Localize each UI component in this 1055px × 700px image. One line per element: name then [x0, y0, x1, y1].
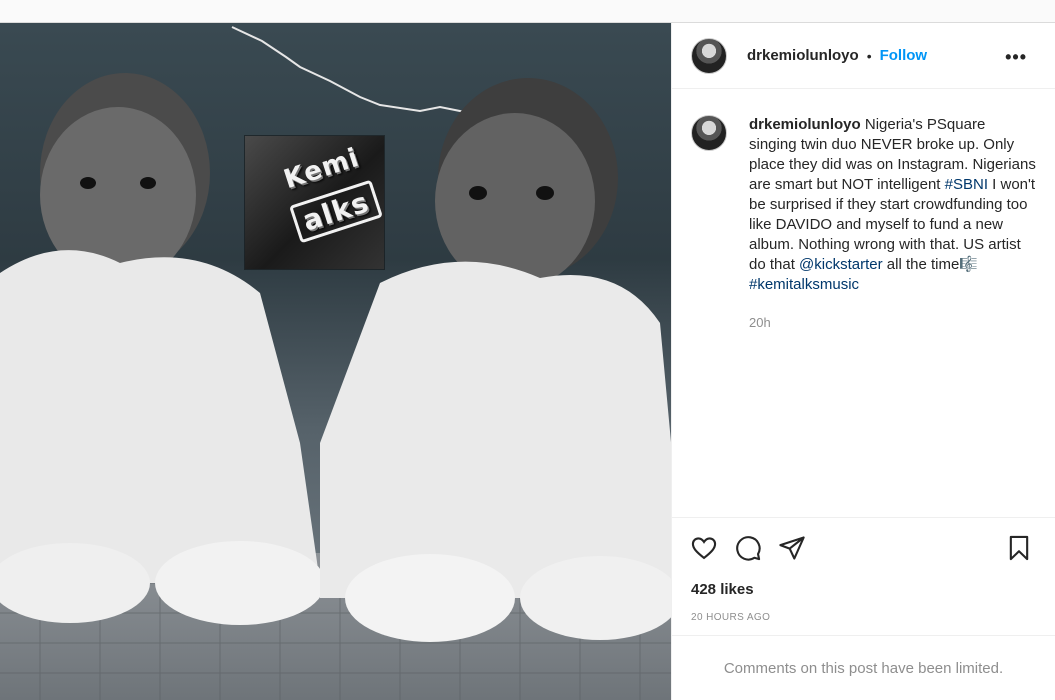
share-icon[interactable] [778, 534, 806, 562]
kemi-talks-watermark: Kemi alks [245, 136, 384, 269]
comments-limited-notice: Comments on this post have been limited. [672, 635, 1055, 700]
action-bar [672, 517, 1055, 577]
post-age[interactable]: 20 HOURS AGO [672, 598, 1055, 635]
heart-icon[interactable] [690, 534, 718, 562]
header-separator: • [866, 47, 872, 64]
post-side-panel: drkemiolunloyo • Follow ••• drkemiolunlo… [672, 23, 1055, 700]
hashtag-link[interactable]: #kemitalksmusic [749, 276, 859, 293]
post-photo[interactable]: Kemi alks [0, 23, 672, 700]
photo-illustration [0, 26, 671, 700]
caption-username[interactable]: drkemiolunloyo [749, 116, 861, 133]
comment-icon[interactable] [734, 534, 762, 562]
header-username[interactable]: drkemiolunloyo [747, 47, 859, 64]
post-header: drkemiolunloyo • Follow ••• [672, 23, 1055, 89]
caption-text-part: all the time🎼 [882, 256, 979, 273]
bookmark-icon[interactable] [1005, 534, 1033, 562]
mention-link[interactable]: @kickstarter [799, 256, 883, 273]
caption-text: drkemiolunloyo Nigeria's PSquare singing… [749, 115, 1036, 517]
more-icon[interactable]: ••• [1005, 47, 1027, 68]
post-container: Kemi alks drkemiolunloyo • Follow ••• dr… [0, 22, 1055, 700]
caption-timestamp[interactable]: 20h [749, 313, 1036, 333]
hashtag-link[interactable]: #SBNI [945, 176, 988, 193]
likes-count[interactable]: 428 likes [672, 577, 1055, 598]
caption-avatar[interactable] [691, 115, 727, 151]
avatar[interactable] [691, 37, 727, 74]
caption-area: drkemiolunloyo Nigeria's PSquare singing… [672, 89, 1055, 517]
follow-button[interactable]: Follow [880, 47, 928, 64]
